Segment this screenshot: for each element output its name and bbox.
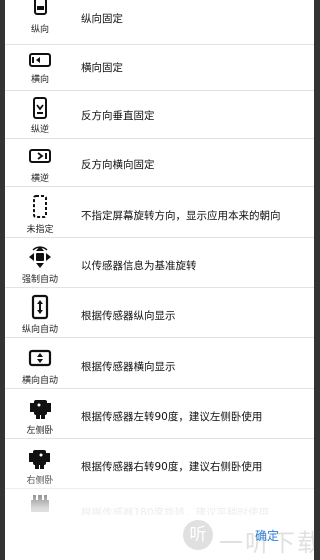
option-description: 不指定屏幕旋转方向，显示应用本来的朝向 [81,210,281,222]
option-description: 根据传感器左转90度，建议左侧卧使用 [81,411,263,423]
option-description: 反方向横向固定 [81,159,155,171]
option-landscape[interactable]: 横向 横向固定 [5,45,314,91]
option-label: 纵向 [30,25,49,35]
orientation-dialog: 纵向 纵向固定 横向 横向固定 纵逆 反方向垂直固定 横逆 反方向横向固定 未指… [5,0,314,560]
option-lie-right[interactable]: 右侧卧 根据传感器右转90度，建议右侧卧使用 [5,439,314,489]
option-landscape-auto[interactable]: 横向自动 根据传感器横向显示 [5,338,314,389]
option-description: 以传感器信息为基准旋转 [81,260,197,272]
option-portrait-auto[interactable]: 纵向自动 根据传感器纵向显示 [5,288,314,338]
option-reverse-landscape[interactable]: 横逆 反方向横向固定 [5,139,314,187]
watermark: 听 一听下载 [183,518,314,557]
option-reverse-portrait[interactable]: 纵逆 反方向垂直固定 [5,91,314,139]
option-label: 横向 [30,75,49,85]
option-description: 根据传感器横向显示 [81,361,176,373]
option-unspecified[interactable]: 未指定 不指定屏幕旋转方向，显示应用本来的朝向 [5,187,314,238]
option-description: 横向固定 [81,62,123,74]
option-description: 纵向固定 [81,13,123,25]
option-label: 强制自动 [21,275,58,285]
option-label: 纵逆 [30,125,49,135]
option-label: 横逆 [30,174,49,184]
option-description: 根据传感器右转90度，建议右侧卧使用 [81,461,263,473]
option-label: 右侧卧 [26,476,54,486]
option-portrait[interactable]: 纵向 纵向固定 [5,0,314,45]
option-label: 纵向自动 [21,325,58,335]
option-label: 左侧卧 [26,426,54,436]
option-description: 根据传感器纵向显示 [81,310,176,322]
option-lie-left[interactable]: 左侧卧 根据传感器左转90度，建议左侧卧使用 [5,389,314,439]
watermark-logo: 听 [183,520,213,550]
option-label: 未指定 [26,225,54,235]
ok-button[interactable]: 确定 [255,527,279,544]
option-force-auto[interactable]: 强制自动 以传感器信息为基准旋转 [5,238,314,288]
option-label: 横向自动 [21,376,58,386]
option-description: 反方向垂直固定 [81,110,155,122]
